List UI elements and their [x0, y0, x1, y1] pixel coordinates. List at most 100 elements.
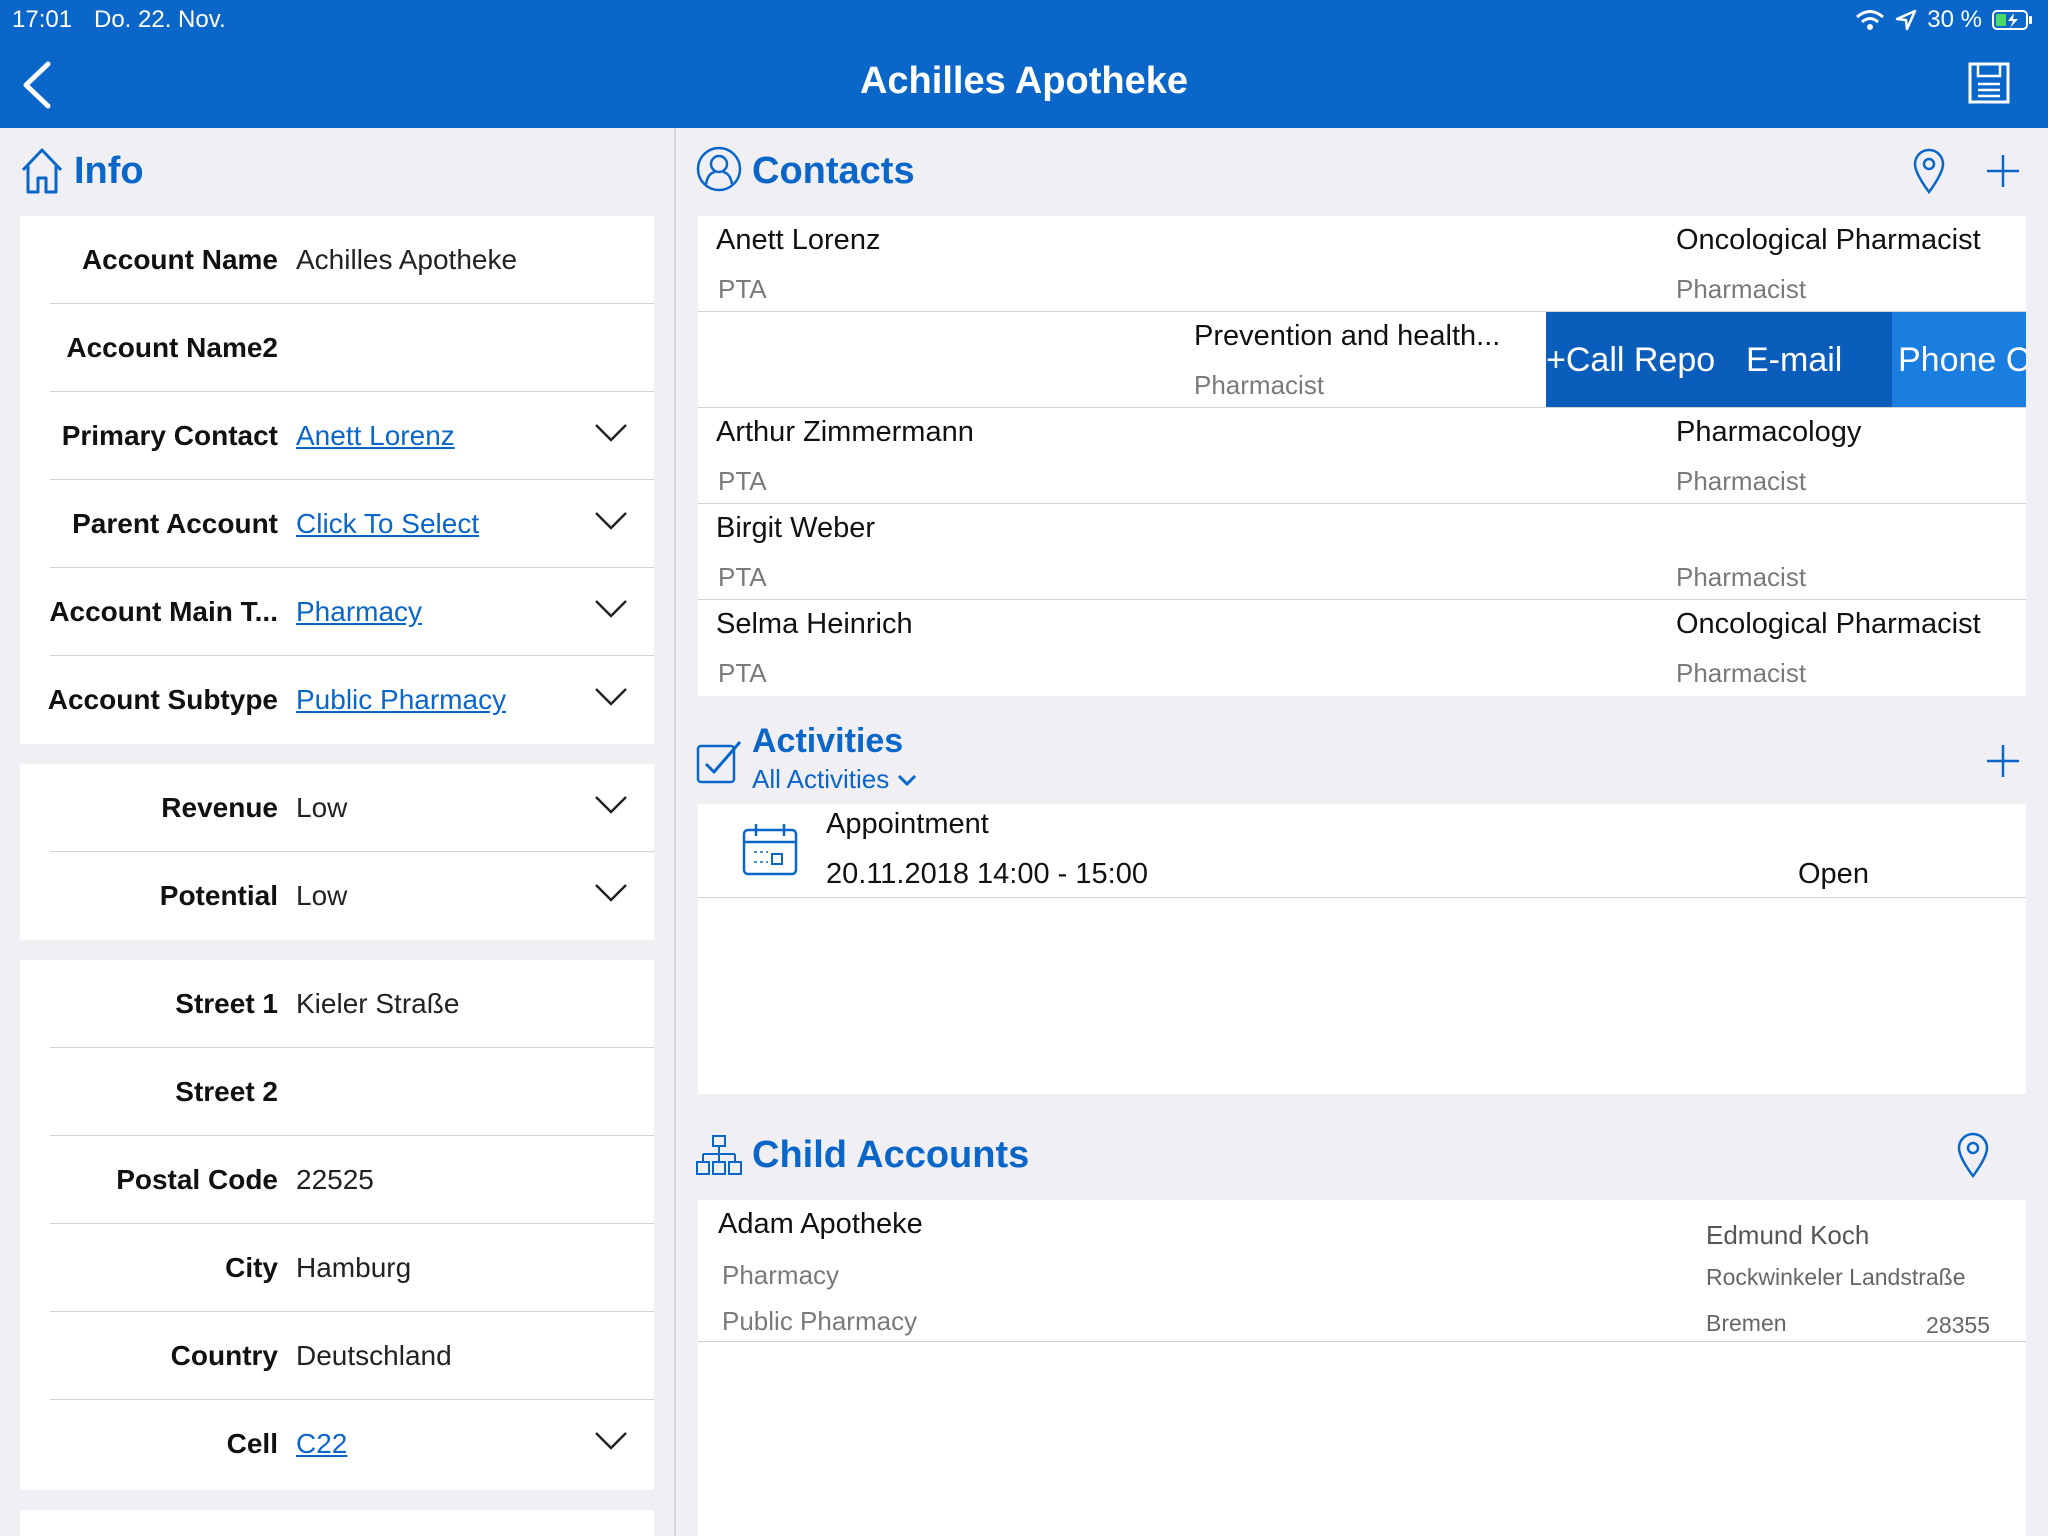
- postal-code-value[interactable]: 22525: [296, 1164, 374, 1196]
- add-activity-icon[interactable]: [1986, 744, 2020, 778]
- contacts-list: Anett Lorenz PTA Oncological Pharmacist …: [698, 216, 2026, 696]
- child-account-street: Rockwinkeler Landstraße: [1706, 1264, 1966, 1290]
- contact-row[interactable]: Birgit Weber PTA Pharmacist: [698, 504, 2026, 600]
- contact-person-icon: [696, 146, 742, 192]
- status-date: Do. 22. Nov.: [94, 6, 226, 33]
- chevron-down-icon[interactable]: [594, 794, 628, 816]
- info-general-card: Account Name Achilles Apotheke Account N…: [20, 216, 654, 744]
- chevron-down-icon[interactable]: [594, 422, 628, 444]
- field-label: Account Main T...: [49, 596, 278, 627]
- parent-account-link[interactable]: Click To Select: [296, 508, 479, 540]
- info-title: Info: [74, 150, 144, 192]
- top-navigation-bar: 17:01 Do. 22. Nov. 30 % Achilles Apothek…: [0, 0, 2048, 128]
- account-main-type-link[interactable]: Pharmacy: [296, 596, 422, 628]
- save-icon[interactable]: [1968, 62, 2010, 104]
- chevron-down-icon[interactable]: [594, 510, 628, 532]
- contact-role: Pharmacist: [1676, 466, 1807, 496]
- primary-contact-link[interactable]: Anett Lorenz: [296, 420, 455, 452]
- contact-specialty: Prevention and health...: [1194, 320, 1501, 352]
- hierarchy-icon: [696, 1135, 742, 1175]
- country-value[interactable]: Deutschland: [296, 1340, 452, 1372]
- activities-list: Appointment 20.11.2018 14:00 - 15:00 Ope…: [698, 804, 2026, 1094]
- contact-name: Anett Lorenz: [716, 224, 881, 256]
- contact-specialty: Oncological Pharmacist: [1676, 224, 1981, 256]
- field-label: Account Subtype: [47, 684, 278, 715]
- potential-value[interactable]: Low: [296, 880, 347, 912]
- field-label: Parent Account: [72, 508, 278, 539]
- account-name-value[interactable]: Achilles Apotheke: [296, 244, 517, 276]
- map-pin-icon[interactable]: [1956, 1132, 1990, 1178]
- contact-type: PTA: [718, 658, 767, 688]
- activities-filter[interactable]: All Activities: [752, 764, 917, 795]
- child-account-type: Pharmacy: [722, 1260, 840, 1290]
- activities-checkbox-icon: [696, 741, 742, 784]
- account-name-row: Account Name Achilles Apotheke: [50, 216, 654, 304]
- city-value[interactable]: Hamburg: [296, 1252, 411, 1284]
- child-account-row[interactable]: Adam Apotheke Pharmacy Public Pharmacy E…: [698, 1200, 2026, 1342]
- contact-row[interactable]: Anett Lorenz PTA Oncological Pharmacist …: [698, 216, 2026, 312]
- account-name2-row: Account Name2: [50, 304, 654, 392]
- phone-call-action-button[interactable]: Phone Cal: [1892, 312, 2026, 407]
- map-pin-icon[interactable]: [1912, 148, 1946, 194]
- activities-filter-label[interactable]: All Activities: [752, 764, 889, 795]
- street2-row: Street 2: [50, 1048, 654, 1136]
- battery-percent: 30 %: [1927, 6, 1982, 33]
- field-label: Street 2: [175, 1076, 278, 1107]
- chevron-down-icon[interactable]: [594, 598, 628, 620]
- chevron-down-icon[interactable]: [594, 686, 628, 708]
- contact-role: Pharmacist: [1676, 274, 1807, 304]
- call-report-action-button[interactable]: +Call Repo: [1546, 312, 1732, 407]
- add-contact-icon[interactable]: [1986, 154, 2020, 188]
- status-time: 17:01: [12, 6, 73, 33]
- account-subtype-link[interactable]: Public Pharmacy: [296, 684, 506, 716]
- potential-row[interactable]: Potential Low: [50, 852, 654, 940]
- child-account-name: Adam Apotheke: [718, 1208, 923, 1240]
- details-panel: Contacts Anett Lorenz PTA Oncological Ph…: [678, 128, 2048, 1536]
- postal-code-row: Postal Code 22525: [50, 1136, 654, 1224]
- city-row: City Hamburg: [50, 1224, 654, 1312]
- field-label: Revenue: [161, 792, 278, 823]
- child-account-subtype: Public Pharmacy: [722, 1306, 918, 1336]
- cell-row[interactable]: Cell C22: [50, 1400, 654, 1488]
- activity-row[interactable]: Appointment 20.11.2018 14:00 - 15:00 Ope…: [698, 804, 2026, 898]
- contact-row[interactable]: Arthur Zimmermann PTA Pharmacology Pharm…: [698, 408, 2026, 504]
- primary-contact-row[interactable]: Primary Contact Anett Lorenz: [50, 392, 654, 480]
- activity-status: Open: [1798, 858, 1869, 890]
- contact-name: Selma Heinrich: [716, 608, 913, 640]
- account-main-type-row[interactable]: Account Main T... Pharmacy: [49, 568, 654, 656]
- wifi-icon: [1856, 10, 1885, 30]
- chevron-down-icon[interactable]: [594, 1430, 628, 1452]
- status-indicators: 30 %: [1855, 6, 2034, 34]
- chevron-down-icon[interactable]: [897, 773, 917, 787]
- contact-specialty: Pharmacology: [1676, 416, 1862, 448]
- contact-row-swiped[interactable]: Prevention and health... Pharmacist +Cal…: [698, 312, 2026, 408]
- contact-role: Pharmacist: [1194, 370, 1325, 400]
- activities-title: Activities: [752, 722, 904, 760]
- field-label: Cell: [226, 1428, 278, 1459]
- contact-specialty: Oncological Pharmacist: [1676, 608, 1981, 640]
- chevron-down-icon[interactable]: [594, 882, 628, 904]
- field-label: Potential: [159, 880, 278, 911]
- child-accounts-title: Child Accounts: [752, 1134, 1030, 1176]
- info-address-card: Street 1 Kieler Straße Street 2 Postal C…: [20, 960, 654, 1490]
- contact-row[interactable]: Selma Heinrich PTA Oncological Pharmacis…: [698, 600, 2026, 696]
- email-action-button[interactable]: E-mail: [1732, 312, 1892, 407]
- contact-role: Pharmacist: [1676, 658, 1807, 688]
- street1-value[interactable]: Kieler Straße: [296, 988, 459, 1020]
- parent-account-row[interactable]: Parent Account Click To Select: [50, 480, 654, 568]
- child-account-city: Bremen: [1706, 1310, 1787, 1336]
- location-arrow-icon: [1896, 9, 1917, 31]
- contact-name: Arthur Zimmermann: [716, 416, 974, 448]
- child-accounts-list: Adam Apotheke Pharmacy Public Pharmacy E…: [698, 1200, 2026, 1536]
- cell-link[interactable]: C22: [296, 1428, 347, 1460]
- account-subtype-row[interactable]: Account Subtype Public Pharmacy: [47, 656, 654, 744]
- revenue-value[interactable]: Low: [296, 792, 347, 824]
- field-label: Postal Code: [116, 1164, 278, 1195]
- activity-datetime: 20.11.2018 14:00 - 15:00: [826, 858, 1148, 890]
- contacts-title: Contacts: [752, 150, 915, 192]
- revenue-row[interactable]: Revenue Low: [50, 764, 654, 852]
- contact-role: Pharmacist: [1676, 562, 1807, 592]
- child-account-postal: 28355: [1926, 1312, 1990, 1338]
- contact-type: PTA: [718, 274, 767, 304]
- street1-row: Street 1 Kieler Straße: [50, 960, 654, 1048]
